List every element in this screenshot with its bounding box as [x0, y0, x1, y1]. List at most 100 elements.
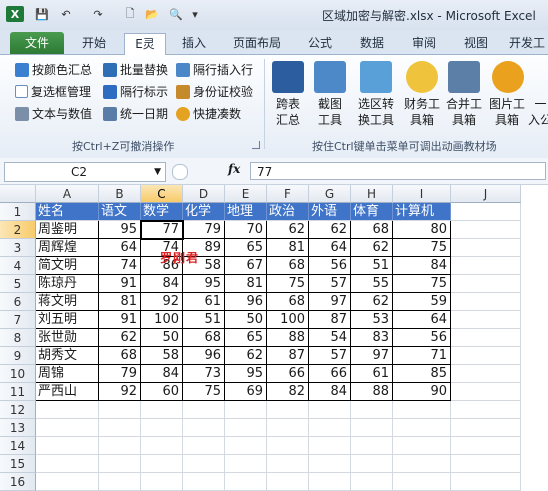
table-cell[interactable]: 95	[225, 365, 267, 383]
table-cell[interactable]: 73	[183, 365, 225, 383]
table-cell[interactable]: 51	[183, 311, 225, 329]
dialog-launcher-icon[interactable]	[252, 141, 260, 149]
empty-cell[interactable]	[351, 473, 393, 491]
table-cell[interactable]: 91	[99, 275, 141, 293]
table-cell[interactable]: 64	[99, 239, 141, 257]
empty-cell[interactable]	[225, 455, 267, 473]
row-header[interactable]: 9	[0, 347, 36, 365]
table-header-cell[interactable]: 计算机	[393, 203, 451, 221]
table-cell[interactable]: 62	[225, 347, 267, 365]
table-cell[interactable]: 96	[225, 293, 267, 311]
tab-eling[interactable]: E灵	[124, 33, 166, 55]
empty-cell[interactable]	[183, 473, 225, 491]
table-cell[interactable]: 62	[351, 293, 393, 311]
tab-insert[interactable]: 插入	[172, 33, 216, 53]
table-cell[interactable]: 54	[309, 329, 351, 347]
column-header-b[interactable]: B	[99, 185, 141, 203]
select-all-corner[interactable]	[0, 185, 36, 203]
empty-cell[interactable]	[451, 365, 521, 383]
empty-cell[interactable]	[141, 419, 183, 437]
table-cell[interactable]: 56	[393, 329, 451, 347]
chevron-down-icon[interactable]: ▼	[154, 163, 161, 181]
empty-cell[interactable]	[451, 473, 521, 491]
table-header-cell[interactable]: 语文	[99, 203, 141, 221]
table-cell[interactable]: 67	[225, 257, 267, 275]
table-cell[interactable]: 62	[351, 239, 393, 257]
table-cell[interactable]: 55	[351, 275, 393, 293]
row-header[interactable]: 1	[0, 203, 36, 221]
table-cell[interactable]: 65	[225, 329, 267, 347]
color-summary-button[interactable]: 按颜色汇总	[15, 61, 92, 78]
table-cell[interactable]: 66	[267, 365, 309, 383]
tab-home[interactable]: 开始	[72, 33, 116, 53]
table-cell[interactable]: 51	[351, 257, 393, 275]
row-header[interactable]: 16	[0, 473, 36, 491]
empty-cell[interactable]	[267, 437, 309, 455]
table-cell[interactable]: 87	[309, 311, 351, 329]
table-cell[interactable]: 刘五明	[36, 311, 99, 329]
table-cell[interactable]: 92	[141, 293, 183, 311]
table-cell[interactable]: 69	[225, 383, 267, 401]
table-cell[interactable]: 83	[351, 329, 393, 347]
table-header-cell[interactable]: 数学	[141, 203, 183, 221]
table-cell[interactable]: 陈琼丹	[36, 275, 99, 293]
table-cell[interactable]: 88	[267, 329, 309, 347]
column-header-g[interactable]: G	[309, 185, 351, 203]
table-cell[interactable]: 蒋文明	[36, 293, 99, 311]
empty-cell[interactable]	[141, 401, 183, 419]
column-header-c[interactable]: C	[141, 185, 183, 203]
row-header[interactable]: 8	[0, 329, 36, 347]
empty-cell[interactable]	[451, 347, 521, 365]
table-cell[interactable]: 62	[309, 221, 351, 239]
row-header[interactable]: 13	[0, 419, 36, 437]
empty-cell[interactable]	[141, 455, 183, 473]
table-cell[interactable]: 74	[99, 257, 141, 275]
tab-page-layout[interactable]: 页面布局	[226, 33, 288, 53]
table-cell[interactable]: 100	[141, 311, 183, 329]
table-cell[interactable]: 95	[99, 221, 141, 239]
column-header-i[interactable]: I	[393, 185, 451, 203]
table-cell[interactable]: 95	[183, 275, 225, 293]
table-cell[interactable]: 68	[99, 347, 141, 365]
tab-file[interactable]: 文件	[10, 32, 64, 54]
table-cell[interactable]: 82	[267, 383, 309, 401]
table-cell[interactable]: 张世勋	[36, 329, 99, 347]
row-header[interactable]: 7	[0, 311, 36, 329]
table-cell[interactable]: 周辉煌	[36, 239, 99, 257]
customize-qat-icon[interactable]: ▾	[190, 6, 200, 22]
empty-cell[interactable]	[393, 401, 451, 419]
empty-cell[interactable]	[183, 401, 225, 419]
name-box[interactable]: C2 ▼	[4, 162, 166, 182]
table-cell[interactable]: 严西山	[36, 383, 99, 401]
empty-cell[interactable]	[225, 473, 267, 491]
tab-review[interactable]: 审阅	[402, 33, 446, 53]
row-header[interactable]: 5	[0, 275, 36, 293]
empty-cell[interactable]	[393, 455, 451, 473]
row-header[interactable]: 2	[0, 221, 36, 239]
table-cell[interactable]: 96	[183, 347, 225, 365]
alternate-rows-button[interactable]: 隔行标示	[103, 83, 168, 100]
table-cell[interactable]: 79	[99, 365, 141, 383]
row-header[interactable]: 3	[0, 239, 36, 257]
table-cell[interactable]: 57	[309, 347, 351, 365]
empty-cell[interactable]	[225, 437, 267, 455]
empty-cell[interactable]	[309, 401, 351, 419]
table-cell[interactable]: 60	[141, 383, 183, 401]
tab-data[interactable]: 数据	[350, 33, 394, 53]
table-cell[interactable]: 77	[141, 221, 183, 239]
empty-cell[interactable]	[351, 401, 393, 419]
table-cell[interactable]: 75	[267, 275, 309, 293]
table-cell[interactable]: 79	[183, 221, 225, 239]
table-cell[interactable]: 胡秀文	[36, 347, 99, 365]
empty-cell[interactable]	[451, 437, 521, 455]
table-cell[interactable]: 71	[393, 347, 451, 365]
empty-cell[interactable]	[225, 401, 267, 419]
empty-cell[interactable]	[393, 419, 451, 437]
column-header-h[interactable]: H	[351, 185, 393, 203]
row-header[interactable]: 6	[0, 293, 36, 311]
empty-cell[interactable]	[36, 419, 99, 437]
table-cell[interactable]: 75	[393, 239, 451, 257]
checkbox-manage-button[interactable]: 复选框管理	[15, 83, 91, 100]
table-cell[interactable]: 84	[393, 257, 451, 275]
table-cell[interactable]: 75	[183, 383, 225, 401]
